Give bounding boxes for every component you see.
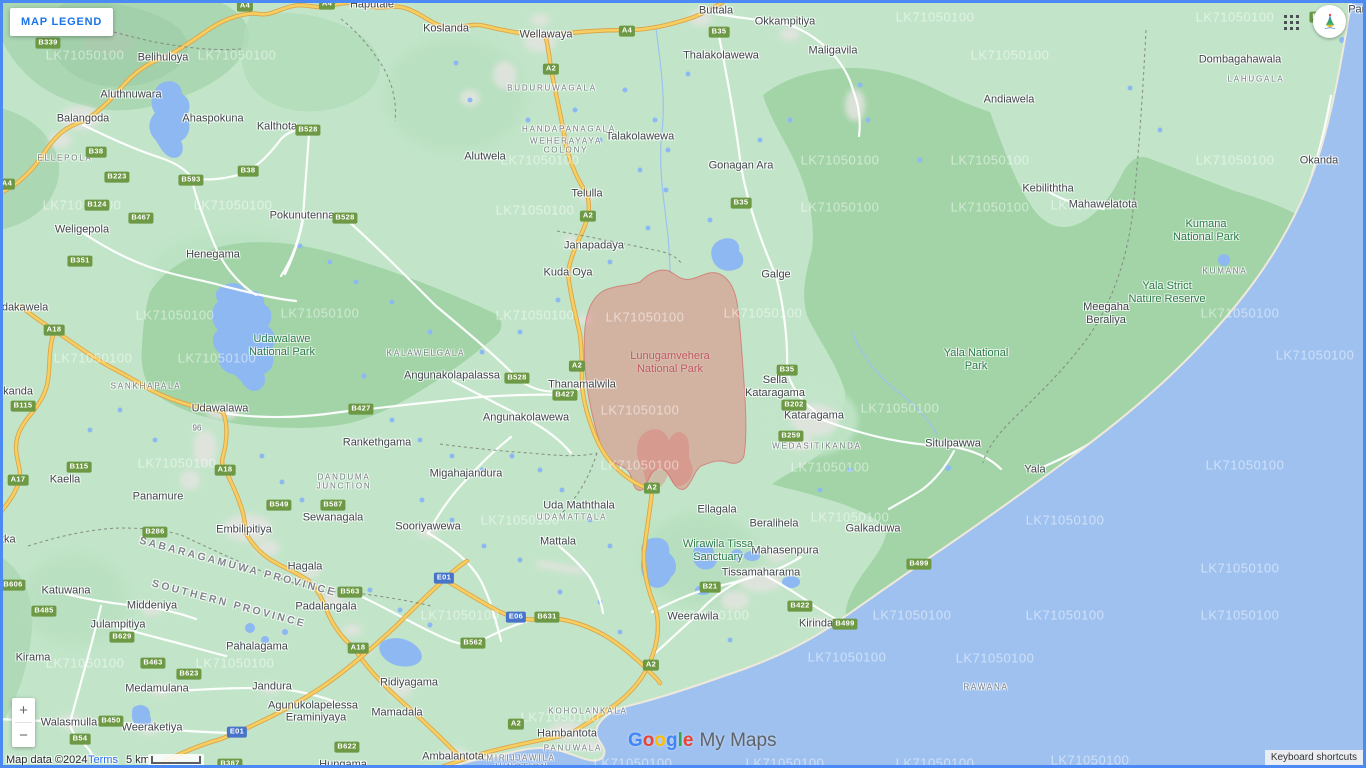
google-logo: Google [628,730,693,752]
zoom-control: + − [12,698,35,747]
map-canvas[interactable]: LK71050100LK71050100LK71050100LK71050100… [0,0,1366,768]
map-legend-button[interactable]: MAP LEGEND [10,8,113,36]
map-data-copyright: Map data ©2024 [6,754,88,766]
terms-link[interactable]: Terms [88,754,118,766]
scale-label: 5 km [126,754,150,766]
zoom-in-button[interactable]: + [12,698,35,722]
map-geography [0,0,1366,768]
zoom-out-button[interactable]: − [12,723,35,747]
scale-bar-box [148,754,204,766]
apps-grid-icon[interactable] [1284,15,1299,30]
google-my-maps-logo[interactable]: Google My Maps [628,730,777,752]
scale-bar [151,756,201,764]
my-maps-wordmark: My Maps [699,730,776,752]
keyboard-shortcuts-button[interactable]: Keyboard shortcuts [1265,750,1363,765]
my-maps-viewport: LK71050100LK71050100LK71050100LK71050100… [0,0,1366,768]
account-avatar-icon[interactable] [1313,5,1346,38]
